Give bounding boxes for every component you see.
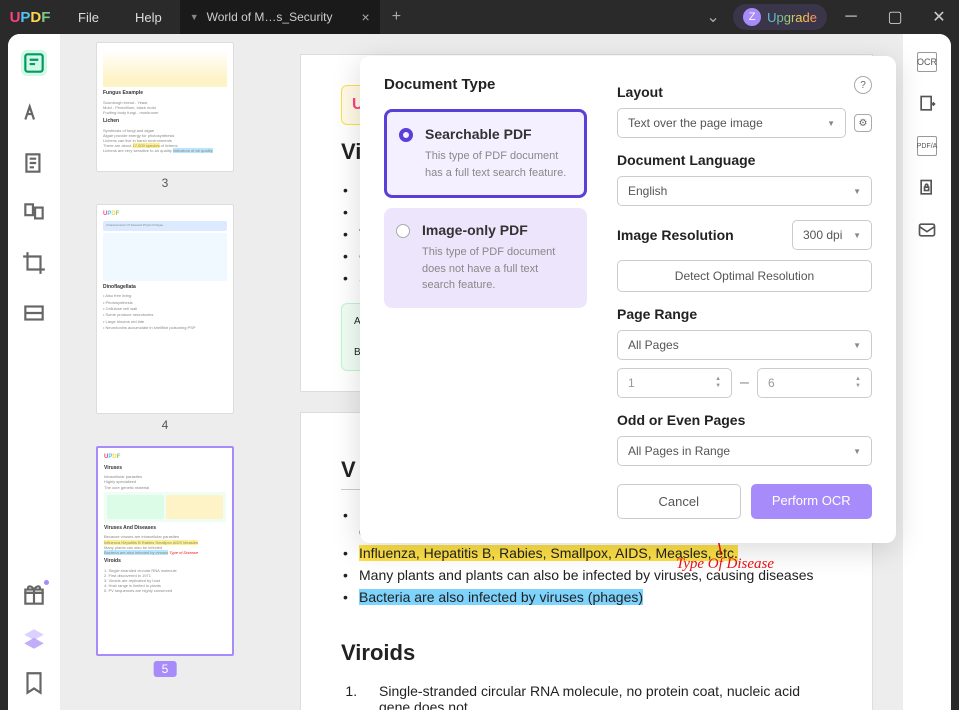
image-only-title: Image-only PDF (422, 222, 573, 238)
tab-title: World of M…s_Security (207, 10, 333, 24)
pdfa-icon[interactable]: PDF/A (917, 136, 937, 156)
searchable-title: Searchable PDF (425, 126, 570, 142)
language-select[interactable]: English▼ (617, 176, 872, 206)
cancel-button[interactable]: Cancel (617, 484, 741, 519)
right-toolbar: OCR PDF/A (903, 34, 951, 710)
help-icon[interactable]: ? (854, 76, 872, 94)
add-tab-button[interactable]: + (380, 8, 413, 26)
page-thumbnail-5[interactable]: UPDF Viruses Intracellular parasitesHigh… (96, 446, 234, 656)
searchable-pdf-option[interactable]: Searchable PDF This type of PDF document… (384, 109, 587, 198)
language-label: Document Language (617, 152, 872, 168)
app-logo: UPDF (0, 9, 60, 26)
maximize-button[interactable]: ▢ (875, 0, 915, 34)
thumb-label-5: 5 (154, 661, 177, 677)
image-only-pdf-option[interactable]: Image-only PDF This type of PDF document… (384, 208, 587, 308)
page-range-label: Page Range (617, 306, 872, 322)
page-to-input[interactable]: 6 ▲▼ (757, 368, 872, 398)
range-separator: – (740, 374, 749, 392)
export-icon[interactable] (917, 94, 937, 114)
layout-select[interactable]: Text over the page image▼ (617, 108, 846, 138)
resolution-select[interactable]: 300 dpi▼ (792, 220, 872, 250)
chevron-down-icon: ▼ (853, 447, 861, 456)
protect-icon[interactable] (917, 178, 937, 198)
organize-tool[interactable] (21, 200, 47, 226)
radio-selected-icon (399, 128, 413, 142)
gear-icon[interactable]: ⚙ (854, 114, 872, 132)
layout-label: Layout (617, 84, 872, 100)
page-thumbnail-3[interactable]: Fungus Example Sourdough bread - YeastMo… (96, 42, 234, 172)
left-toolbar (8, 34, 60, 710)
edit-tool[interactable] (21, 150, 47, 176)
layers-icon[interactable] (21, 626, 47, 652)
share-icon[interactable] (917, 220, 937, 240)
document-tab[interactable]: ▼ World of M…s_Security × (180, 0, 380, 34)
searchable-desc: This type of PDF document has a full tex… (425, 148, 570, 181)
titlebar: UPDF File Help ▼ World of M…s_Security ×… (0, 0, 959, 34)
chevron-down-icon: ▼ (853, 231, 861, 240)
annotation-text: Type Of Disease (676, 556, 774, 573)
crop-tool[interactable] (21, 250, 47, 276)
thumbnail-panel: Fungus Example Sourdough bread - YeastMo… (60, 34, 270, 710)
detect-resolution-button[interactable]: Detect Optimal Resolution (617, 260, 872, 292)
ocr-panel: ? Document Type Searchable PDF This type… (360, 56, 896, 543)
heading-viroids: Viroids (341, 640, 832, 666)
bookmark-icon[interactable] (21, 670, 47, 696)
thumb-label-3: 3 (96, 176, 234, 190)
spin-down-icon[interactable]: ▼ (855, 383, 861, 389)
page-thumbnail-4[interactable]: UPDF Characteristics Of Selected Phyla O… (96, 204, 234, 414)
resolution-label: Image Resolution (617, 227, 734, 243)
chevron-down-icon: ▼ (853, 341, 861, 350)
page-from-input[interactable]: 1 ▲▼ (617, 368, 732, 398)
odd-even-select[interactable]: All Pages in Range▼ (617, 436, 872, 466)
list-item: Single-stranded circular RNA molecule, n… (361, 680, 832, 710)
redact-tool[interactable] (21, 300, 47, 326)
dropdown-icon[interactable]: ⌄ (697, 7, 729, 27)
radio-unselected-icon (396, 224, 410, 238)
upgrade-label: Upgrade (767, 10, 817, 25)
tab-close-icon[interactable]: × (362, 9, 370, 25)
perform-ocr-button[interactable]: Perform OCR (751, 484, 873, 519)
page-range-select[interactable]: All Pages▼ (617, 330, 872, 360)
odd-even-label: Odd or Even Pages (617, 412, 872, 428)
menu-file[interactable]: File (60, 10, 117, 25)
list-item: Bacteria are also infected by viruses (p… (341, 586, 832, 608)
user-avatar: Z (743, 8, 761, 26)
spin-up-icon[interactable]: ▲ (715, 376, 721, 382)
thumb-label-4: 4 (96, 418, 234, 432)
comment-tool[interactable] (21, 100, 47, 126)
document-type-title: Document Type (384, 76, 587, 93)
menu-help[interactable]: Help (117, 10, 180, 25)
tab-chevron-icon: ▼ (190, 12, 199, 22)
spin-down-icon[interactable]: ▼ (715, 383, 721, 389)
chevron-down-icon: ▼ (853, 187, 861, 196)
gift-icon[interactable] (21, 582, 47, 608)
image-only-desc: This type of PDF document does not have … (422, 244, 573, 294)
spin-up-icon[interactable]: ▲ (855, 376, 861, 382)
reader-tool[interactable] (21, 50, 47, 76)
close-button[interactable]: ✕ (919, 0, 959, 34)
minimize-button[interactable]: ─ (831, 0, 871, 34)
chevron-down-icon: ▼ (827, 119, 835, 128)
upgrade-button[interactable]: Z Upgrade (733, 4, 827, 30)
ocr-tool-icon[interactable]: OCR (917, 52, 937, 72)
